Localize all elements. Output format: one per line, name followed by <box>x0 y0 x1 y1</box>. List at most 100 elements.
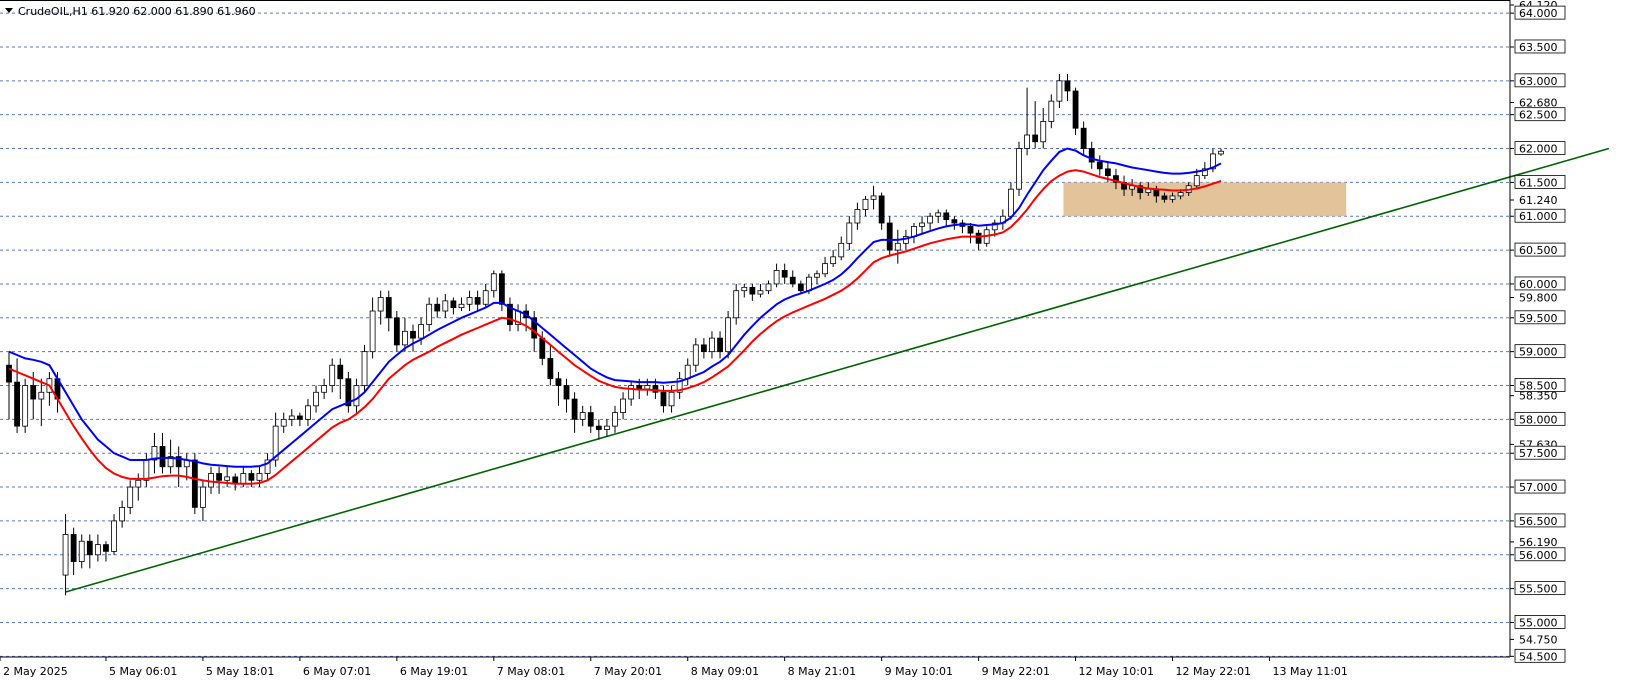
candle <box>1016 141 1022 196</box>
candle-body <box>474 297 481 305</box>
candle-body <box>248 473 255 481</box>
candle-body <box>305 405 311 420</box>
candle-body <box>830 256 837 265</box>
candle-body <box>94 544 101 556</box>
candle-body <box>781 270 788 278</box>
candle-body <box>636 385 643 390</box>
candle-body <box>1056 80 1063 102</box>
candle-body <box>587 412 594 427</box>
symbol-info[interactable]: CrudeOIL,H1 61.920 62.000 61.890 61.960 <box>5 5 256 18</box>
time-label: 2 May 2025 <box>3 665 68 678</box>
price-chart[interactable]: 64.12064.00063.50063.00062.68062.50062.0… <box>0 0 1651 686</box>
price-label: 61.500 <box>1519 176 1558 189</box>
candle-body <box>377 297 384 312</box>
price-label: 56.000 <box>1519 549 1558 562</box>
candle-body <box>482 290 489 305</box>
candle-body <box>919 222 925 227</box>
candle-body <box>1169 195 1176 200</box>
candle-body <box>886 222 893 251</box>
price-label: 57.500 <box>1519 447 1558 460</box>
candle-body <box>668 391 675 407</box>
candle-body <box>434 303 441 312</box>
candle-body <box>854 209 861 224</box>
chart-window[interactable]: 64.12064.00063.50063.00062.68062.50062.0… <box>0 0 1651 686</box>
candle-body <box>216 473 222 481</box>
candle-body <box>660 391 667 407</box>
candle-body <box>369 310 376 353</box>
price-label: 61.000 <box>1519 210 1558 223</box>
candle-body <box>1024 134 1030 149</box>
candle-body <box>894 242 901 251</box>
candle-body <box>862 198 869 210</box>
price-label: 62.000 <box>1519 143 1558 156</box>
candle-body <box>846 222 853 244</box>
time-label: 8 May 09:01 <box>691 665 759 678</box>
candle-body <box>1048 100 1055 122</box>
time-label: 8 May 21:01 <box>788 665 856 678</box>
price-label: 57.000 <box>1519 481 1558 494</box>
time-label: 6 May 19:01 <box>400 665 468 678</box>
price-label: 59.500 <box>1519 312 1558 325</box>
candle-body <box>571 398 578 420</box>
candle-body <box>725 317 732 353</box>
candle-body <box>1177 192 1184 197</box>
candle-body <box>878 195 885 224</box>
candle-body <box>159 446 166 468</box>
candle-body <box>595 425 602 430</box>
candle-body <box>135 479 142 488</box>
candle-body <box>1072 90 1079 129</box>
candle-body <box>22 385 29 427</box>
candle-body <box>692 344 699 366</box>
chart-background <box>0 0 1651 686</box>
candle-body <box>1096 161 1103 170</box>
candle-body <box>838 242 845 258</box>
candle-body <box>806 276 812 292</box>
time-label: 12 May 22:01 <box>1176 665 1251 678</box>
candle-body <box>628 385 635 400</box>
price-label: 55.500 <box>1519 583 1558 596</box>
candle-body <box>78 540 85 562</box>
candle-body <box>296 415 303 420</box>
candle-body <box>466 297 473 305</box>
candle-body <box>822 263 828 275</box>
candle-body <box>644 385 651 390</box>
candle-body <box>1145 188 1152 193</box>
candle-body <box>86 540 93 556</box>
candle-body <box>458 303 465 309</box>
candle-body <box>313 391 319 407</box>
time-label: 13 May 11:01 <box>1272 665 1347 678</box>
candle-body <box>119 506 126 522</box>
candle-body <box>1193 175 1200 187</box>
candle-body <box>103 544 109 552</box>
candle-body <box>1008 188 1014 217</box>
price-label: 56.190 <box>1519 536 1558 549</box>
price-label: 58.350 <box>1519 390 1558 403</box>
candle-body <box>442 300 449 312</box>
candle <box>22 378 29 433</box>
time-label: 9 May 10:01 <box>885 665 953 678</box>
price-label: 61.240 <box>1519 194 1558 207</box>
price-label: 54.750 <box>1519 633 1558 646</box>
candle-body <box>1218 150 1224 155</box>
price-label: 54.500 <box>1519 650 1558 663</box>
candle-body <box>38 391 45 400</box>
price-label: 63.000 <box>1519 75 1558 88</box>
candle-body <box>951 219 958 224</box>
candle-body <box>402 330 408 346</box>
candle <box>361 344 368 393</box>
candle-body <box>62 534 69 576</box>
candle-body <box>393 317 400 346</box>
candle-body <box>709 337 715 353</box>
candle-body <box>935 212 942 217</box>
time-label: 5 May 06:01 <box>109 665 177 678</box>
candle-body <box>30 385 37 400</box>
price-label: 62.500 <box>1519 109 1558 122</box>
time-label: 7 May 08:01 <box>497 665 565 678</box>
candle-body <box>870 195 877 200</box>
candle-body <box>14 381 20 427</box>
candle-body <box>1032 134 1039 143</box>
price-label: 64.000 <box>1519 7 1558 20</box>
price-label: 56.500 <box>1519 515 1558 528</box>
candle-body <box>757 290 764 295</box>
candle-body <box>6 364 12 383</box>
